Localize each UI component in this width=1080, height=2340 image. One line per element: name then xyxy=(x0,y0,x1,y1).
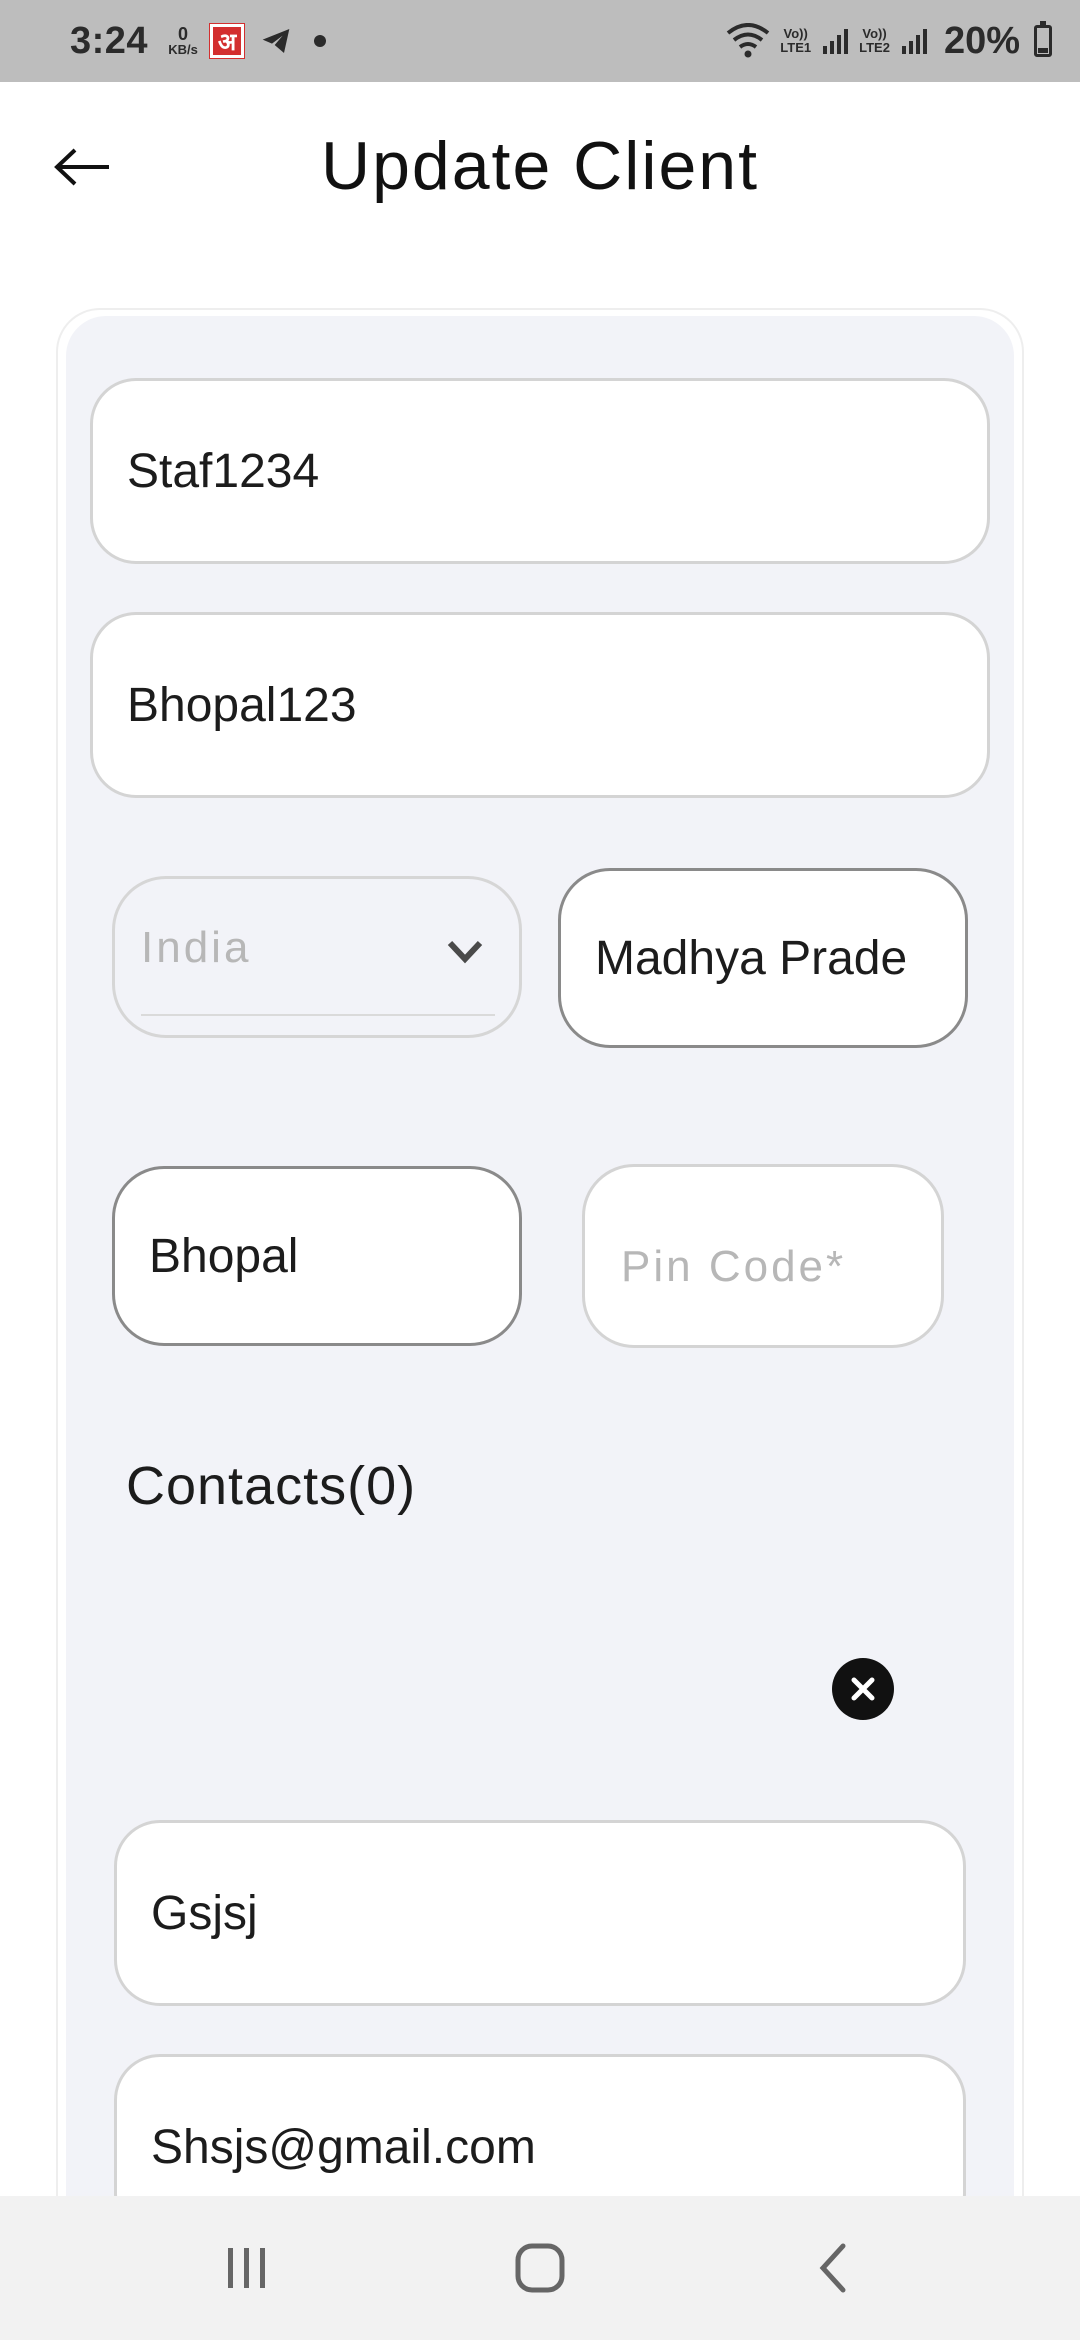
home-button[interactable] xyxy=(495,2223,585,2313)
notification-dot-icon xyxy=(314,35,327,47)
back-icon xyxy=(819,2243,846,2293)
status-time: 3:24 xyxy=(70,19,149,62)
net-speed-indicator: 0 KB/s xyxy=(168,24,198,57)
app-header: Update Client xyxy=(0,82,1080,257)
battery-percent: 20% xyxy=(943,19,1020,62)
city-input[interactable]: Bhopal xyxy=(112,1166,522,1346)
status-bar: 3:24 0 KB/s अ Vo)) LTE1 Vo)) LTE2 20% xyxy=(0,0,1080,82)
contact-name-input[interactable]: Gsjsj xyxy=(114,1820,966,2006)
country-select[interactable]: India xyxy=(112,876,522,1038)
remove-contact-button[interactable] xyxy=(832,1658,894,1720)
close-icon xyxy=(851,1677,875,1701)
state-input[interactable]: Madhya Prade xyxy=(558,868,968,1048)
telegram-icon xyxy=(262,29,290,53)
address-input[interactable]: Bhopal123 xyxy=(90,612,990,798)
signal-sim1-icon xyxy=(823,29,849,54)
contacts-heading: Contacts(0) xyxy=(126,1456,417,1516)
sim2-label: Vo)) LTE2 xyxy=(859,26,890,55)
client-name-input[interactable]: Staf1234 xyxy=(90,378,990,564)
wifi-icon xyxy=(727,23,770,58)
home-icon xyxy=(515,2243,565,2293)
system-nav-bar xyxy=(0,2196,1080,2340)
recent-apps-button[interactable] xyxy=(202,2223,292,2313)
app-notification-icon: अ xyxy=(209,23,246,59)
pincode-input[interactable]: Pin Code* xyxy=(582,1164,944,1348)
page-title: Update Client xyxy=(320,128,760,204)
country-select-value: India xyxy=(141,923,252,972)
sim1-label: Vo)) LTE1 xyxy=(780,26,812,55)
chevron-down-icon xyxy=(447,940,483,964)
battery-icon xyxy=(1034,21,1052,57)
system-back-button[interactable] xyxy=(788,2223,878,2313)
signal-sim2-icon xyxy=(901,29,927,54)
country-select-underline xyxy=(141,1014,495,1016)
recent-apps-icon xyxy=(227,2248,265,2288)
